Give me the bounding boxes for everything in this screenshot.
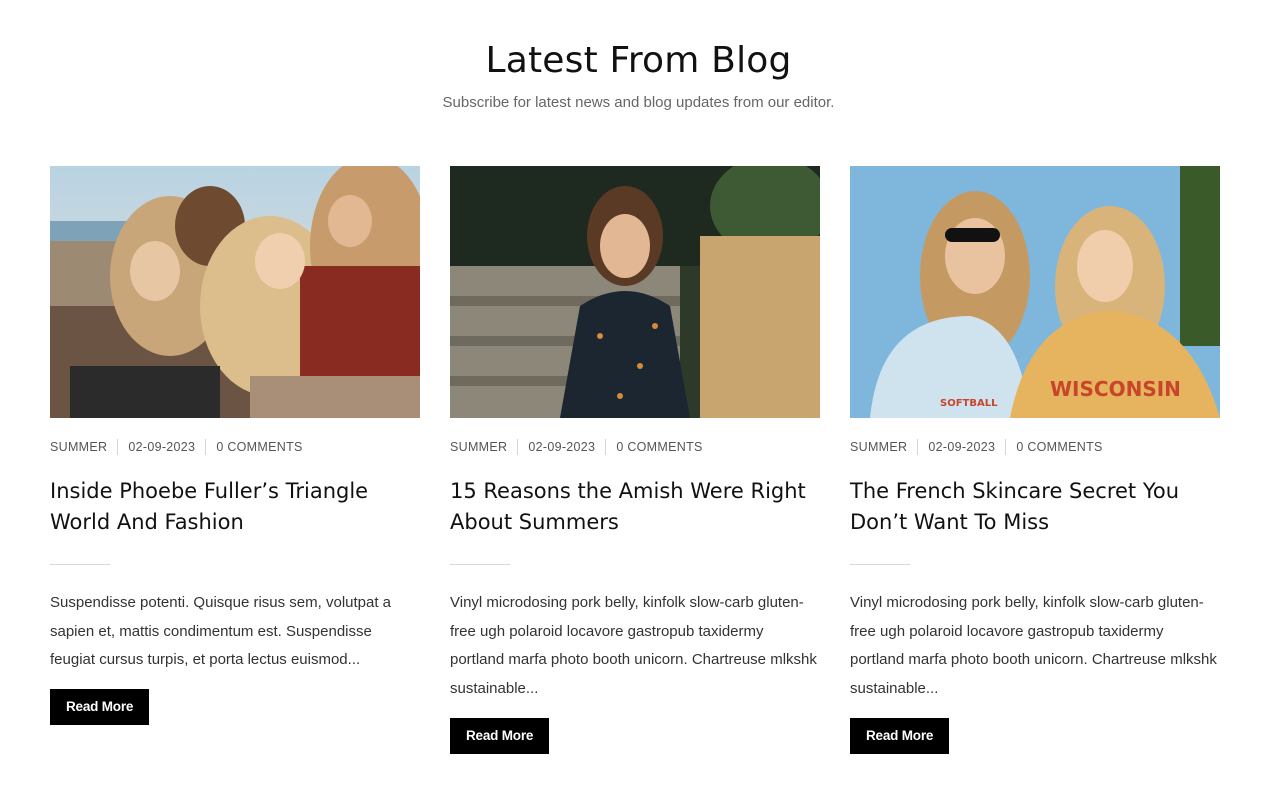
post-date: 02-09-2023 [928,440,996,454]
post-comments-link[interactable]: 0 COMMENTS [1016,440,1102,454]
title-divider [50,564,110,565]
photo-two-women-sky-icon: WISCONSIN SOFTBALL [850,166,1220,418]
blog-card: WISCONSIN SOFTBALL SUMMER 02-09-2023 0 C… [850,166,1220,754]
post-excerpt: Vinyl microdosing pork belly, kinfolk sl… [450,594,817,698]
post-title-link[interactable]: 15 Reasons the Amish Were Right About Su… [450,476,820,538]
post-title-link[interactable]: The French Skincare Secret You Don’t Wan… [850,476,1220,538]
post-title-line: About Summers [450,510,619,534]
post-excerpt: Vinyl microdosing pork belly, kinfolk sl… [850,594,1217,698]
section-subtitle: Subscribe for latest news and blog updat… [442,94,835,111]
blog-section-header: Latest From Blog Subscribe for latest ne… [0,38,1277,112]
post-title-line: The French Skincare Secret You [850,479,1180,503]
section-title: Latest From Blog [485,40,792,81]
blog-image-link[interactable]: WISCONSIN SOFTBALL [850,166,1220,418]
meta-separator [605,439,607,455]
meta-separator [117,439,119,455]
blog-card: SUMMER 02-09-2023 0 COMMENTS 15 Reasons … [450,166,820,754]
photo-group-beach-icon [50,166,420,418]
photo-woman-steps-icon [450,166,820,418]
post-title-link[interactable]: Inside Phoebe Fuller’s Triangle World An… [50,476,420,538]
post-meta: SUMMER 02-09-2023 0 COMMENTS [50,438,420,456]
post-meta: SUMMER 02-09-2023 0 COMMENTS [450,438,820,456]
post-category-link[interactable]: SUMMER [850,440,907,454]
meta-separator [205,439,207,455]
post-comments-link[interactable]: 0 COMMENTS [216,440,302,454]
blog-image-link[interactable] [50,166,420,418]
meta-separator [517,439,519,455]
blog-image-link[interactable] [450,166,820,418]
post-title-line: 15 Reasons the Amish Were Right [450,479,806,503]
read-more-button[interactable]: Read More [450,717,550,754]
blog-card: SUMMER 02-09-2023 0 COMMENTS Inside Phoe… [50,166,420,726]
post-category-link[interactable]: SUMMER [50,440,107,454]
post-category-link[interactable]: SUMMER [450,440,507,454]
post-title-line: Inside Phoebe Fuller’s Triangle [50,479,369,503]
post-meta: SUMMER 02-09-2023 0 COMMENTS [850,438,1220,456]
meta-separator [1005,439,1007,455]
post-date: 02-09-2023 [128,440,196,454]
read-more-button[interactable]: Read More [50,689,150,726]
read-more-button[interactable]: Read More [850,717,950,754]
svg-text:SOFTBALL: SOFTBALL [940,398,998,409]
meta-separator [917,439,919,455]
post-title-line: World And Fashion [50,510,244,534]
post-excerpt: Suspendisse potenti. Quisque risus sem, … [50,594,392,669]
post-date: 02-09-2023 [528,440,596,454]
svg-text:WISCONSIN: WISCONSIN [1050,377,1181,401]
title-divider [850,564,910,565]
post-title-line: Don’t Want To Miss [850,510,1050,534]
title-divider [450,564,510,565]
post-comments-link[interactable]: 0 COMMENTS [616,440,702,454]
